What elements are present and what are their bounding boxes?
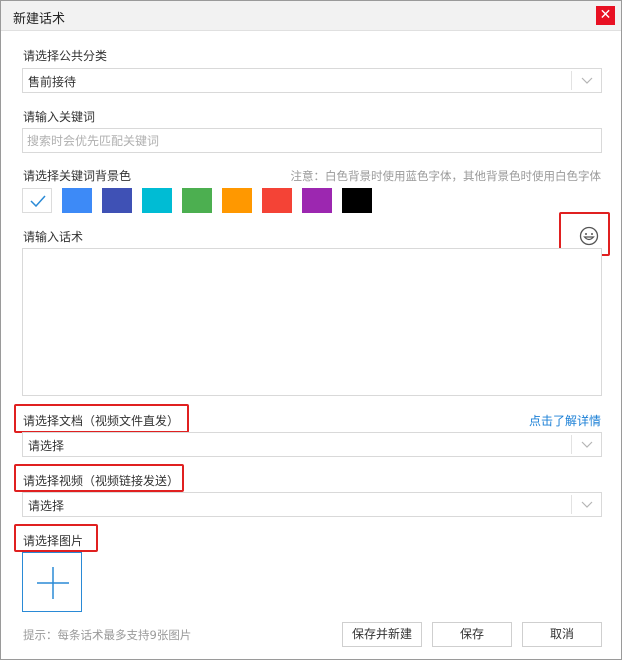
color-swatch[interactable] bbox=[302, 188, 332, 213]
document-select[interactable]: 请选择 bbox=[22, 432, 602, 457]
plus-icon bbox=[37, 567, 69, 599]
image-limit-hint: 提示：每条话术最多支持9张图片 bbox=[23, 628, 192, 642]
category-label: 请选择公共分类 bbox=[23, 49, 108, 63]
smiley-icon bbox=[579, 226, 599, 246]
color-swatch[interactable] bbox=[182, 188, 212, 213]
script-textarea[interactable] bbox=[22, 248, 602, 396]
category-select[interactable]: 售前接待 bbox=[22, 68, 602, 93]
cancel-button[interactable]: 取消 bbox=[522, 622, 602, 647]
bgcolor-label: 请选择关键词背景色 bbox=[23, 169, 132, 183]
save-button[interactable]: 保存 bbox=[432, 622, 512, 647]
keyword-label: 请输入关键词 bbox=[23, 110, 96, 124]
script-label: 请输入话术 bbox=[23, 230, 84, 244]
color-swatch[interactable] bbox=[142, 188, 172, 213]
new-script-dialog: 新建话术 ✕ 请选择公共分类 售前接待 请输入关键词 请选择关键词背景色 注意：… bbox=[0, 0, 622, 660]
color-swatch[interactable] bbox=[262, 188, 292, 213]
category-value: 售前接待 bbox=[28, 75, 77, 89]
learn-more-link[interactable]: 点击了解详情 bbox=[529, 412, 601, 429]
bgcolor-note: 注意：白色背景时使用蓝色字体，其他背景色时使用白色字体 bbox=[290, 169, 602, 183]
document-label: 请选择文档（视频文件直发） bbox=[23, 414, 180, 428]
video-select[interactable]: 请选择 bbox=[22, 492, 602, 517]
chevron-down-icon bbox=[571, 495, 601, 514]
save-and-new-button[interactable]: 保存并新建 bbox=[342, 622, 422, 647]
close-icon: ✕ bbox=[599, 7, 612, 23]
title-bar: 新建话术 ✕ bbox=[1, 1, 621, 31]
checkmark-icon bbox=[30, 195, 46, 207]
dialog-title: 新建话术 bbox=[13, 12, 66, 27]
close-button[interactable]: ✕ bbox=[596, 6, 615, 25]
keyword-input[interactable] bbox=[22, 128, 602, 153]
chevron-down-icon bbox=[571, 71, 601, 90]
chevron-down-icon bbox=[571, 435, 601, 454]
emoji-button[interactable] bbox=[578, 225, 600, 247]
document-value: 请选择 bbox=[28, 439, 65, 453]
image-upload-button[interactable] bbox=[22, 552, 82, 612]
color-swatch[interactable] bbox=[222, 188, 252, 213]
color-swatch-white[interactable] bbox=[22, 188, 52, 213]
color-swatch[interactable] bbox=[102, 188, 132, 213]
video-label: 请选择视频（视频链接发送） bbox=[23, 474, 180, 488]
video-value: 请选择 bbox=[28, 499, 65, 513]
color-swatch[interactable] bbox=[62, 188, 92, 213]
image-label: 请选择图片 bbox=[23, 534, 84, 548]
color-swatch[interactable] bbox=[342, 188, 372, 213]
